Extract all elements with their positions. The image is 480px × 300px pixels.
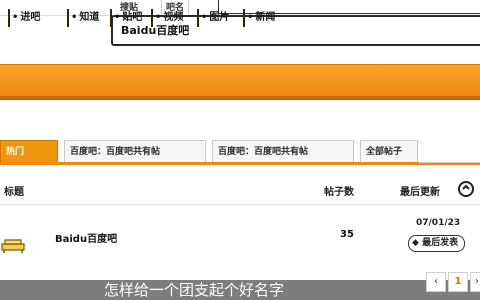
row-post-count: 35	[340, 229, 354, 240]
tab-bar-posts-2[interactable]: 百度吧：百度吧共有帖	[212, 140, 354, 162]
nav-item-zhidao[interactable]: 知道	[67, 9, 101, 27]
header-divider	[0, 204, 480, 205]
bottom-caption: 怎样给一个团支起个好名字	[0, 280, 480, 300]
main-nav	[0, 64, 480, 100]
nav-item-tieba[interactable]: 贴吧	[110, 9, 144, 27]
tab-right-divider	[419, 162, 480, 163]
row-updated-date: 07/01/23	[416, 218, 461, 228]
column-header-count: 帖子数	[324, 187, 354, 198]
row-bar-name[interactable]: Baidu百度吧	[55, 230, 117, 245]
tab-bar-posts-1[interactable]: 百度吧：百度吧共有帖	[64, 140, 206, 162]
nav-item-video[interactable]: 视频	[151, 9, 185, 27]
tab-hot[interactable]: 热门	[0, 140, 58, 162]
pager-current-page[interactable]: 1	[448, 272, 468, 292]
tab-underline	[0, 162, 480, 165]
column-header-updated: 最后更新	[400, 187, 440, 198]
badge-label: 最后发表	[422, 238, 459, 248]
column-header-title: 标题	[4, 187, 24, 198]
nav-item-enter-bar[interactable]: 进吧	[8, 9, 42, 27]
nav-item-images[interactable]: 图片	[197, 9, 231, 27]
badge-icon: ◆	[412, 238, 419, 248]
nav-item-news[interactable]: 新闻	[243, 9, 277, 27]
status-badge[interactable]: ◆ 最后发表	[408, 235, 466, 252]
pager-prev-button[interactable]: ‹	[426, 272, 446, 292]
tab-all-posts[interactable]: 全部帖子	[360, 140, 418, 162]
pager-next-button[interactable]: ›	[470, 272, 480, 292]
sort-icon[interactable]	[457, 180, 475, 198]
sofa-icon	[1, 239, 25, 253]
